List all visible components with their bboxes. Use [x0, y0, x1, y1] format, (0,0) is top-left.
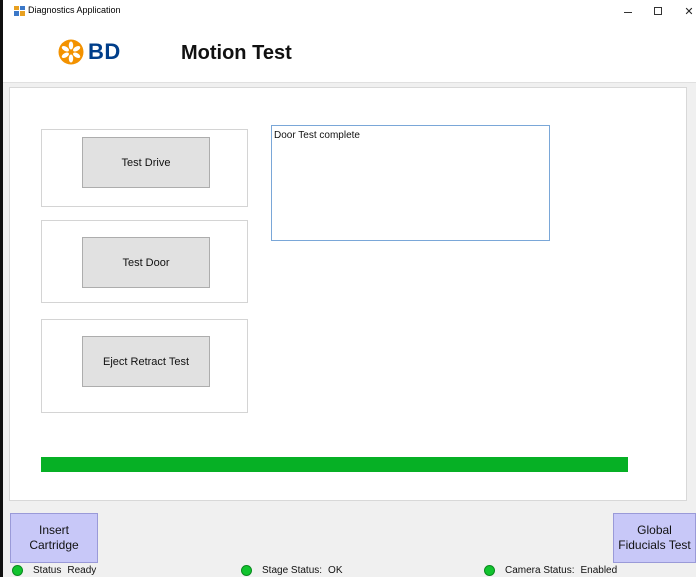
bd-logo: BD	[58, 39, 121, 65]
test-door-group: Test Door	[41, 220, 248, 303]
insert-cartridge-button[interactable]: Insert Cartridge	[10, 513, 98, 563]
status-value: Ready	[67, 564, 97, 576]
progress-bar	[41, 457, 628, 472]
minimize-icon	[624, 12, 632, 13]
eject-retract-group: Eject Retract Test	[41, 319, 248, 413]
app-header: BD Motion Test	[3, 20, 696, 83]
title-bar: Diagnostics Application ✕	[3, 0, 696, 20]
status-label: Status	[33, 564, 62, 576]
global-fiducials-label: Global Fiducials Test	[618, 523, 691, 552]
window-border	[0, 0, 3, 577]
maximize-button[interactable]	[647, 4, 669, 18]
test-drive-button[interactable]: Test Drive	[82, 137, 210, 188]
eject-retract-test-button[interactable]: Eject Retract Test	[82, 336, 210, 387]
test-drive-group: Test Drive	[41, 129, 248, 207]
minimize-button[interactable]	[617, 4, 639, 18]
test-output-textbox[interactable]: Door Test complete	[271, 125, 550, 241]
app-icon	[14, 6, 25, 16]
camera-status-indicator: Camera Status: Enabled	[484, 564, 617, 576]
maximize-icon	[654, 7, 662, 15]
camera-status-value: Enabled	[580, 564, 618, 576]
close-button[interactable]: ✕	[678, 4, 696, 18]
status-indicator: Status Ready	[12, 564, 96, 576]
status-led-icon	[12, 564, 23, 576]
bd-sunburst-icon	[58, 39, 84, 65]
stage-status-value: OK	[328, 564, 343, 576]
main-panel: Test Drive Test Door Eject Retract Test …	[9, 87, 687, 501]
page-title: Motion Test	[181, 42, 292, 64]
global-fiducials-test-button[interactable]: Global Fiducials Test	[613, 513, 696, 563]
camera-status-led-icon	[484, 564, 495, 576]
progress-bar-fill	[41, 457, 628, 472]
camera-status-label: Camera Status:	[505, 564, 575, 576]
stage-status-indicator: Stage Status: OK	[241, 564, 343, 576]
window-title: Diagnostics Application	[28, 5, 121, 15]
close-icon: ✕	[684, 5, 694, 18]
logo-text: BD	[88, 39, 121, 64]
test-door-button[interactable]: Test Door	[82, 237, 210, 288]
stage-status-label: Stage Status:	[262, 564, 323, 576]
stage-status-led-icon	[241, 564, 252, 576]
status-bar: Status Ready Stage Status: OK Camera Sta…	[3, 563, 696, 577]
insert-cartridge-label: Insert Cartridge	[29, 523, 79, 552]
